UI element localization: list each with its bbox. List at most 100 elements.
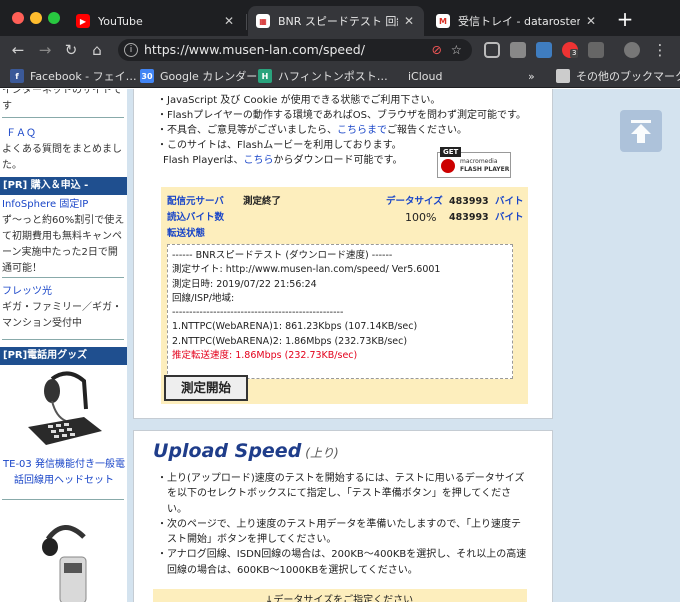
headset-product-image-2[interactable] — [30, 513, 100, 602]
folder-icon — [556, 69, 570, 83]
upload-section-title: Upload Speed (上り) — [153, 440, 339, 462]
read-bytes-value: 483993 — [449, 212, 489, 223]
instruction-line: ・このサイトは、Flashムービーを利用しております。 — [157, 140, 402, 151]
blocked-icon[interactable]: ⊘ — [432, 39, 442, 61]
back-arrow-icon[interactable]: ← — [8, 40, 28, 60]
calendar-icon: 30 — [140, 69, 154, 83]
minimize-window-button[interactable] — [30, 12, 42, 24]
faq-description: よくある質問をまとめました。 — [2, 144, 122, 171]
contact-link[interactable]: こちらまで — [337, 125, 387, 136]
instruction-line: ・上り(アップロード)速度のテストを開始するには、テストに用いるデータサイズを以… — [157, 473, 525, 515]
tab-gmail[interactable]: M 受信トレイ - dataroster@gm ✕ — [428, 6, 606, 36]
flash-logo-icon — [441, 159, 455, 173]
result-line: ----------------------------------------… — [172, 307, 344, 319]
datasize-label: データサイズ — [386, 196, 443, 207]
tab-label: YouTube — [98, 14, 143, 28]
menu-icon[interactable]: ⋮ — [650, 40, 670, 60]
mail-icon[interactable] — [510, 42, 526, 58]
bookmark-label: Google カレンダー — [160, 70, 258, 83]
huffpost-icon: H — [258, 69, 272, 83]
result-line: ------ BNRスピードテスト (ダウンロード速度) ------ — [172, 250, 393, 261]
progress-percent: 100% — [405, 211, 437, 224]
result-line: 測定サイト: http://www.musen-lan.com/speed/ V… — [172, 264, 441, 276]
url-text: https://www.musen-lan.com/speed/ — [144, 42, 365, 57]
tab-youtube[interactable]: ▶ YouTube ✕ — [68, 6, 244, 36]
instruction-text: ・不具合、ご意見等がございましたら、 — [157, 125, 337, 136]
extension-icon[interactable]: 3 — [562, 42, 579, 58]
info-icon[interactable]: i — [124, 43, 138, 57]
divider — [2, 499, 124, 500]
scroll-to-top-button[interactable] — [620, 110, 662, 152]
instruction-line: ・Flashプレイヤーの動作する環境であればOS、ブラウザを問わず測定可能です。 — [157, 110, 527, 121]
close-window-button[interactable] — [12, 12, 24, 24]
result-textarea[interactable]: ------ BNRスピードテスト (ダウンロード速度) ------ 測定サイ… — [167, 244, 513, 379]
instruction-text: Flash Playerは、 — [163, 155, 244, 166]
other-bookmarks[interactable]: その他のブックマーク — [556, 68, 680, 84]
bookmark-label: Facebook - フェイ… — [30, 70, 137, 83]
other-bookmarks-label: その他のブックマーク — [576, 70, 680, 83]
result-line: 1.NTTPC(WebARENA)1: 861.23Kbps (107.14KB… — [172, 321, 418, 333]
facebook-icon: f — [10, 69, 24, 83]
upload-title-sub: (上り) — [305, 446, 339, 460]
upload-icon[interactable] — [536, 42, 552, 58]
headset-product-link[interactable]: TE-03 発信機能付き一般電話回線用ヘッドセット — [2, 457, 126, 489]
bookmark-label: ハフィントンポスト… — [278, 70, 388, 83]
divider — [2, 117, 124, 118]
status-text: 測定終了 — [243, 196, 282, 207]
bookmark-overflow-chevron-icon[interactable]: » — [528, 68, 535, 84]
bookmark-huffpost[interactable]: H ハフィントンポスト… — [258, 68, 388, 84]
flash-download-link[interactable]: こちら — [244, 155, 274, 166]
instruction-line: ・JavaScript 及び Cookie が使用できる状態でご利用下さい。 — [157, 95, 441, 106]
left-sidebar: インターネットのサイトです ＦＡＱ よくある質問をまとめました。 [PR] 購入… — [0, 89, 127, 602]
reader-icon[interactable] — [588, 42, 604, 58]
instruction-line: ・アナログ回線、ISDN回線の場合は、200KB〜400KBを選択し、それ以上の… — [157, 549, 527, 576]
datasize-value: 483993 — [449, 196, 489, 207]
instruction-line: ・不具合、ご意見等がございましたら、こちらまでご報告ください。 — [157, 123, 537, 138]
address-bar[interactable]: i https://www.musen-lan.com/speed/ ⊘ ☆ — [118, 39, 472, 61]
start-test-button[interactable]: 測定開始 — [164, 375, 248, 401]
gmail-icon: M — [436, 14, 450, 28]
upload-size-label: ↓データサイズをご指定ください — [265, 595, 414, 602]
tab-divider — [246, 14, 247, 30]
instruction-line: ・次のページで、上り速度のテスト用データを準備いたしますので、「上り速度テスト開… — [157, 518, 521, 546]
faq-link[interactable]: ＦＡＱ — [6, 126, 130, 142]
instruction-text: からダウンロード可能です。 — [273, 155, 403, 166]
upload-size-panel: ↓データサイズをご指定ください — [153, 589, 527, 602]
bookmark-facebook[interactable]: f Facebook - フェイ… — [10, 68, 137, 84]
forward-arrow-icon[interactable]: → — [35, 40, 55, 60]
infosphere-link[interactable]: InfoSphere 固定IP — [2, 197, 126, 213]
bookmark-icloud[interactable]: iCloud — [388, 68, 442, 84]
browser-toolbar: ← → ↻ ⌂ i https://www.musen-lan.com/spee… — [0, 36, 680, 64]
bookmark-google-calendar[interactable]: 30 Google カレンダー — [140, 68, 257, 84]
badge-product: FLASH PLAYER — [460, 166, 510, 173]
result-line: 回線/ISP/地域: — [172, 292, 235, 304]
close-icon[interactable]: ✕ — [222, 14, 236, 28]
read-bytes-label: 読込バイト数 — [167, 212, 225, 223]
tab-bnr-speedtest[interactable]: ▦ BNR スピードテスト 回線速度 ✕ — [248, 6, 424, 36]
section-header-phone: [PR]電話用グッズ — [0, 347, 127, 365]
close-icon[interactable]: ✕ — [402, 14, 416, 28]
star-icon[interactable]: ☆ — [451, 39, 462, 61]
arrow-up-icon — [631, 120, 651, 143]
close-icon[interactable]: ✕ — [584, 14, 598, 28]
new-tab-button[interactable]: + — [614, 9, 636, 31]
sidebar-top-text: インターネットのサイトです — [2, 89, 122, 112]
bnr-icon: ▦ — [256, 14, 270, 28]
zoom-window-button[interactable] — [48, 12, 60, 24]
badge-get-label: GET — [440, 147, 462, 157]
reload-icon[interactable]: ↻ — [61, 40, 81, 60]
tab-label: BNR スピードテスト 回線速度 — [278, 15, 398, 28]
flash-player-badge[interactable]: GET macromedia FLASH PLAYER — [437, 147, 511, 178]
youtube-icon: ▶ — [76, 14, 90, 28]
upload-instructions: ・上り(アップロード)速度のテストを開始するには、テストに用いるデータサイズを以… — [157, 471, 527, 578]
bookmark-label: iCloud — [408, 69, 443, 83]
server-label: 配信元サーバ — [167, 196, 224, 207]
result-line: 2.NTTPC(WebARENA)2: 1.86Mbps (232.73KB/s… — [172, 335, 408, 347]
result-line: 測定日時: 2019/07/22 21:56:24 — [172, 278, 317, 290]
pocket-icon[interactable] — [484, 42, 500, 58]
flets-link[interactable]: フレッツ光 — [2, 284, 126, 300]
bookmarks-bar: f Facebook - フェイ… 30 Google カレンダー H ハフィン… — [0, 64, 680, 88]
avatar[interactable] — [624, 42, 640, 58]
headset-product-image[interactable] — [22, 369, 108, 455]
home-icon[interactable]: ⌂ — [87, 40, 107, 60]
